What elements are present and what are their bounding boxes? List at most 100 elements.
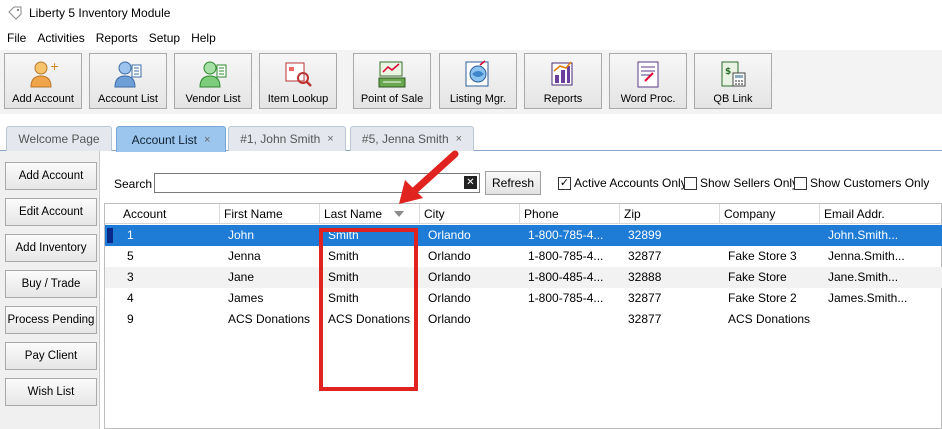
cell-first-name: ACS Donations: [228, 312, 311, 326]
word-processor-toolbar-button[interactable]: Word Proc.: [609, 53, 687, 109]
sort-down-icon: [394, 211, 404, 217]
cell-zip: 32888: [628, 270, 662, 284]
toolbar-label: QB Link: [713, 93, 753, 105]
menu-help[interactable]: Help: [188, 31, 224, 45]
cell-account: 4: [127, 291, 134, 305]
cell-city: Orlando: [428, 270, 471, 284]
add-inventory-button[interactable]: Add Inventory: [5, 234, 97, 262]
table-row[interactable]: 9 ACS Donations ACS Donations Orlando 32…: [105, 309, 942, 330]
search-label: Search: [114, 177, 153, 191]
cell-zip: 32877: [628, 249, 662, 263]
accounts-table[interactable]: Account First Name Last Name City Phone …: [104, 203, 942, 429]
vendor-list-toolbar-button[interactable]: Vendor List: [174, 53, 252, 109]
cell-company: Fake Store 3: [728, 249, 797, 263]
pay-client-button[interactable]: Pay Client: [5, 342, 97, 370]
add-account-button[interactable]: Add Account: [5, 162, 97, 190]
toolbar-label: Point of Sale: [360, 93, 424, 105]
buy-trade-button[interactable]: Buy / Trade: [5, 270, 97, 298]
toolbar-label: Word Proc.: [620, 93, 676, 105]
add-account-icon: +: [30, 60, 58, 88]
account-actions-panel: Add Account Edit Account Add Inventory B…: [0, 151, 100, 429]
menu-activities[interactable]: Activities: [34, 31, 92, 45]
main-toolbar: + Add Account Account List Vendor List I…: [0, 50, 942, 114]
edit-account-button[interactable]: Edit Account: [5, 198, 97, 226]
show-sellers-only-checkbox[interactable]: Show Sellers Only: [684, 176, 798, 190]
cell-city: Orlando: [428, 249, 471, 263]
checkmark-icon: ✓: [558, 176, 571, 190]
menu-reports[interactable]: Reports: [93, 31, 146, 45]
annotation-highlight-box: [319, 228, 418, 391]
wish-list-button[interactable]: Wish List: [5, 378, 97, 406]
window-title: Liberty 5 Inventory Module: [29, 6, 171, 20]
reports-icon: [551, 61, 573, 86]
cell-city: Orlando: [428, 228, 471, 242]
tab-john-smith[interactable]: #1, John Smith ×: [228, 126, 346, 151]
column-header-zip[interactable]: Zip: [620, 204, 720, 224]
item-lookup-icon: [285, 62, 312, 87]
tab-label: Account List: [131, 132, 197, 147]
tab-label: Welcome Page: [18, 132, 100, 146]
qb-link-toolbar-button[interactable]: $ QB Link: [694, 53, 772, 109]
close-icon[interactable]: ×: [204, 134, 210, 146]
cell-account: 1: [127, 228, 134, 242]
refresh-button[interactable]: Refresh: [485, 171, 541, 195]
close-icon[interactable]: ×: [327, 133, 333, 145]
cell-email: Jane.Smith...: [828, 270, 899, 284]
add-account-toolbar-button[interactable]: + Add Account: [4, 53, 82, 109]
table-header: Account First Name Last Name City Phone …: [105, 204, 942, 224]
cell-city: Orlando: [428, 291, 471, 305]
cell-city: Orlando: [428, 312, 471, 326]
column-header-phone[interactable]: Phone: [520, 204, 620, 224]
point-of-sale-icon: [378, 61, 406, 88]
item-lookup-toolbar-button[interactable]: Item Lookup: [259, 53, 337, 109]
point-of-sale-toolbar-button[interactable]: Point of Sale: [353, 53, 431, 109]
menu-file[interactable]: File: [4, 31, 34, 45]
show-customers-only-checkbox[interactable]: Show Customers Only: [794, 176, 929, 190]
checkbox-empty-icon: [684, 176, 697, 190]
account-list-toolbar-button[interactable]: Account List: [89, 53, 167, 109]
tab-label: #5, Jenna Smith: [361, 132, 449, 146]
tab-label: #1, John Smith: [240, 132, 321, 146]
process-pending-button[interactable]: Process Pending: [5, 306, 97, 334]
cell-phone: 1-800-785-4...: [528, 249, 604, 263]
cell-email: Jenna.Smith...: [828, 249, 905, 263]
table-row[interactable]: 3 Jane Smith Orlando 1-800-485-4... 3288…: [105, 267, 942, 288]
word-processor-icon: [637, 61, 659, 88]
toolbar-label: Add Account: [12, 93, 74, 105]
cell-phone: [520, 309, 620, 330]
cell-first-name: Jane: [228, 270, 255, 284]
column-header-account[interactable]: Account: [119, 204, 220, 224]
active-accounts-only-checkbox[interactable]: ✓ Active Accounts Only: [558, 176, 687, 190]
checkbox-empty-icon: [794, 176, 807, 190]
column-header-company[interactable]: Company: [720, 204, 820, 224]
toolbar-label: Vendor List: [185, 93, 241, 105]
checkbox-label: Show Sellers Only: [700, 176, 799, 190]
listing-manager-toolbar-button[interactable]: Listing Mgr.: [439, 53, 517, 109]
cell-zip: 32877: [628, 312, 662, 326]
cell-phone: 1-800-785-4...: [528, 291, 604, 305]
tab-account-list[interactable]: Account List ×: [116, 126, 226, 152]
svg-text:+: +: [50, 60, 58, 73]
cell-zip: 32899: [628, 228, 662, 242]
cell-account: 9: [127, 312, 134, 326]
column-header-first-name[interactable]: First Name: [220, 204, 320, 224]
table-row[interactable]: 4 James Smith Orlando 1-800-785-4... 328…: [105, 288, 942, 309]
cell-phone: 1-800-485-4...: [528, 270, 604, 284]
cell-first-name: John: [228, 228, 255, 242]
vendor-list-icon: [199, 61, 227, 88]
column-header-email[interactable]: Email Addr.: [820, 204, 942, 224]
cell-first-name: James: [228, 291, 264, 305]
menu-setup[interactable]: Setup: [146, 31, 188, 45]
title-bar: Liberty 5 Inventory Module: [0, 0, 942, 26]
cell-company: ACS Donations: [728, 312, 811, 326]
cell-company: [720, 225, 820, 246]
checkbox-label: Active Accounts Only: [574, 176, 687, 190]
listing-manager-icon: [465, 60, 489, 87]
cell-email: [820, 309, 942, 330]
table-row[interactable]: 5 Jenna Smith Orlando 1-800-785-4... 328…: [105, 246, 942, 267]
tab-welcome-page[interactable]: Welcome Page: [6, 126, 112, 151]
table-row[interactable]: 1 John Smith Orlando 1-800-785-4... 3289…: [105, 225, 942, 246]
reports-toolbar-button[interactable]: Reports: [524, 53, 602, 109]
close-icon[interactable]: ×: [456, 133, 462, 145]
cell-account: 5: [127, 249, 134, 263]
